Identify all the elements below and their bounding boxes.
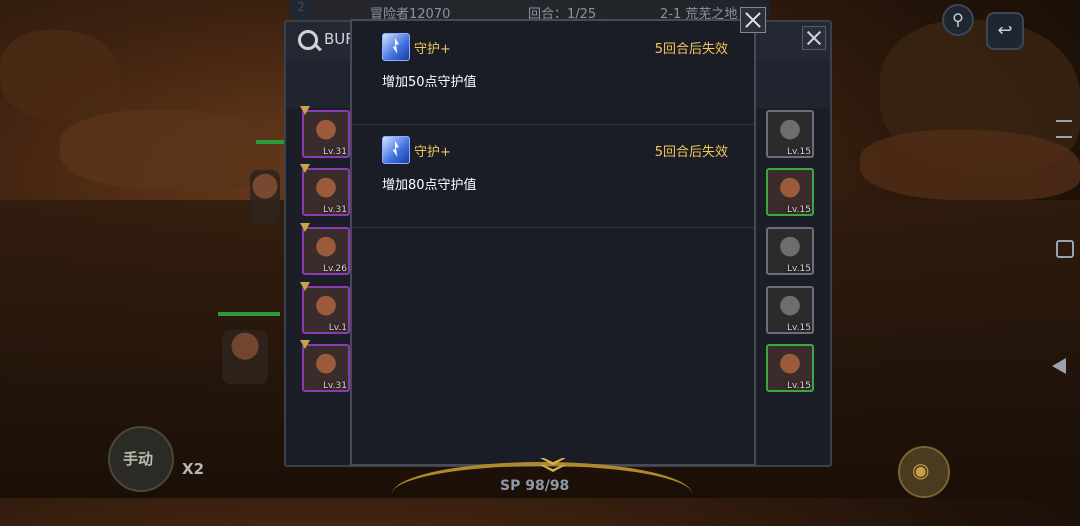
- exit-button[interactable]: ↩: [986, 12, 1024, 50]
- ally-level: Lv.31: [323, 147, 347, 157]
- search-button[interactable]: ⚲: [942, 4, 974, 36]
- enemy-portrait[interactable]: Lv.15: [766, 286, 814, 334]
- ally-level: Lv.1: [328, 323, 347, 333]
- menu-icon[interactable]: [1056, 120, 1072, 138]
- ally-level: Lv.31: [323, 205, 347, 215]
- manual-label: 手动: [123, 450, 154, 468]
- enemy-level: Lv.15: [787, 205, 811, 215]
- ally-portrait[interactable]: Lv.26: [300, 223, 350, 275]
- buff-name: 守护+: [414, 42, 451, 57]
- ally-level: Lv.31: [323, 381, 347, 391]
- square-toggle-icon[interactable]: [1056, 240, 1074, 258]
- enemy-level: Lv.15: [787, 264, 811, 274]
- ally-portrait[interactable]: Lv.1: [300, 282, 350, 334]
- hero-hp-bar: [218, 312, 280, 316]
- buff-description: 增加80点守护值: [382, 178, 477, 193]
- buff-description: 增加50点守护值: [382, 75, 477, 90]
- enemy-hp-bar: [256, 140, 286, 144]
- rank-badge-icon: [300, 223, 310, 232]
- rank-badge-icon: [300, 164, 310, 173]
- buff-duration: 5回合后失效: [654, 42, 728, 57]
- shield-buff-icon: [382, 33, 410, 61]
- ally-portrait[interactable]: Lv.31: [300, 340, 350, 392]
- speed-toggle-button[interactable]: X2: [182, 460, 204, 478]
- rank-badge-icon: [300, 340, 310, 349]
- enemy-portrait[interactable]: Lv.15: [766, 110, 814, 158]
- enemy-portrait[interactable]: Lv.15: [766, 227, 814, 275]
- lock-icon: ◉: [912, 458, 930, 482]
- rank-badge-icon: [300, 282, 310, 291]
- ally-level: Lv.26: [323, 264, 347, 274]
- ally-portrait[interactable]: Lv.31: [300, 164, 350, 216]
- ally-portrait[interactable]: Lv.31: [300, 106, 350, 158]
- buff-entry: 守护+ 5回合后失效 增加80点守护值: [352, 124, 754, 228]
- hero-sprite: [222, 330, 268, 384]
- buff-name: 守护+: [414, 145, 451, 160]
- rank-badge-icon: [300, 106, 310, 115]
- exit-arrow-icon: ↩: [997, 20, 1013, 41]
- enemy-level: Lv.15: [787, 147, 811, 157]
- buff-duration: 5回合后失效: [654, 145, 728, 160]
- enemy-portrait[interactable]: Lv.15: [766, 168, 814, 216]
- search-icon: [298, 30, 318, 50]
- skill-lock-button[interactable]: ◉: [898, 446, 950, 498]
- collapse-arrow-icon[interactable]: [1052, 358, 1066, 374]
- enemy-level: Lv.15: [787, 323, 811, 333]
- enemy-sprite: [250, 170, 280, 224]
- panel-close-button[interactable]: [802, 26, 826, 50]
- sp-counter: SP 98/98: [500, 478, 570, 494]
- magnifier-icon: ⚲: [952, 10, 964, 29]
- popup-close-button[interactable]: [740, 7, 766, 33]
- buff-detail-popup: 守护+ 5回合后失效 增加50点守护值 守护+ 5回合后失效 增加80点守护值: [350, 19, 756, 466]
- enemy-portrait[interactable]: Lv.15: [766, 344, 814, 392]
- enemy-level: Lv.15: [787, 381, 811, 391]
- shield-buff-icon: [382, 136, 410, 164]
- chevron-down-icon[interactable]: [540, 458, 566, 476]
- buff-entry: 守护+ 5回合后失效 增加50点守护值: [352, 21, 754, 125]
- manual-mode-button[interactable]: 手动: [108, 426, 174, 492]
